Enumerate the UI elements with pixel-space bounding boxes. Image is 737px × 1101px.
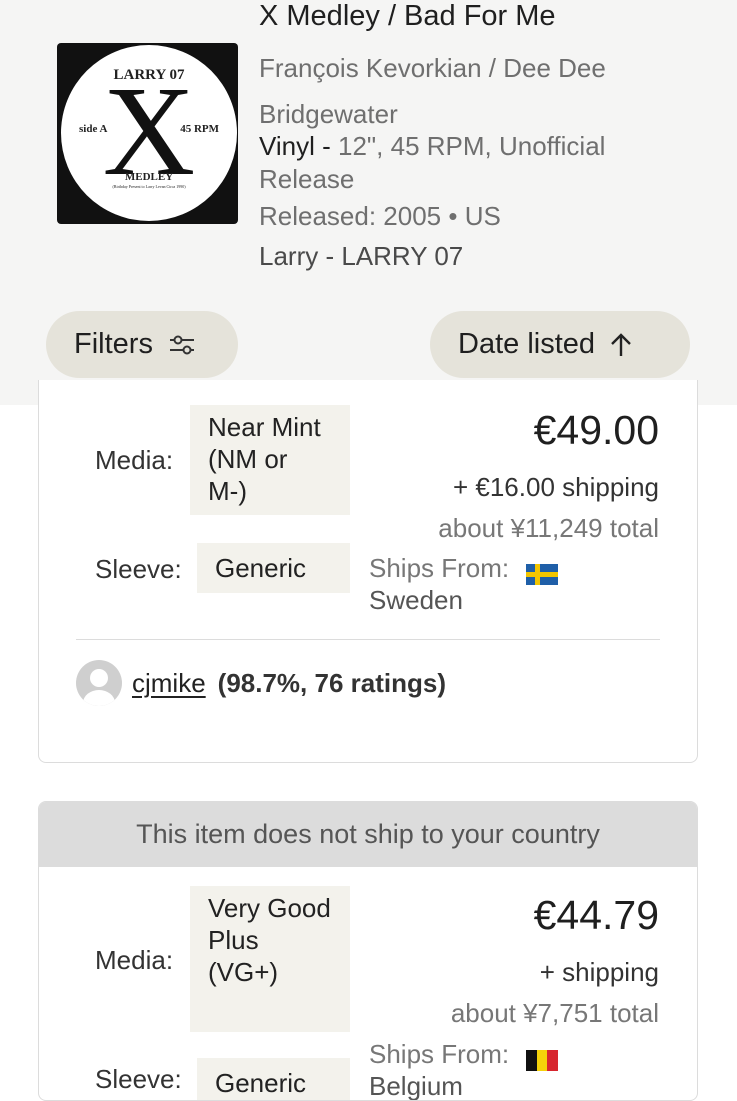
listing-card[interactable]: This item does not ship to your country … [38,801,698,1101]
arrow-up-icon [609,332,633,358]
listing-card[interactable]: Media: Near Mint (NM or M-) €49.00 + €16… [38,380,698,763]
sweden-flag-icon [526,560,559,585]
total-price: about ¥11,249 total [438,513,659,543]
listing-price: €44.79 [533,892,659,938]
ships-from-country: Sweden [369,585,463,615]
shipping-cost: + €16.00 shipping [452,472,659,502]
release-cover-image[interactable]: LARRY 07 X side A 45 RPM MEDLEY (Birthda… [57,43,238,224]
media-label: Media: [95,445,174,475]
filters-label: Filters [74,328,153,360]
ships-from: Ships From: Sweden [369,552,559,616]
cover-fine-print: (Birthday Present to Larry Levan Circa 1… [112,184,186,189]
shipping-cost: + shipping [539,957,659,987]
release-header: LARRY 07 X side A 45 RPM MEDLEY (Birthda… [0,0,737,405]
seller-info: cjmike (98.7%, 76 ratings) [76,660,446,706]
release-artist[interactable]: François Kevorkian / Dee Dee Bridgewater [259,45,679,137]
cover-medley-text: MEDLEY [124,171,174,183]
release-format: Vinyl - 12", 45 RPM, Unofficial Release [259,130,679,196]
record-label-art: LARRY 07 X side A 45 RPM MEDLEY (Birthda… [61,45,237,221]
media-condition-badge: Near Mint (NM or M-) [190,405,350,515]
release-label-catalog[interactable]: Larry - LARRY 07 [259,241,463,272]
release-artist-line-1: François Kevorkian / Dee Dee [259,53,606,83]
ships-from-label: Ships From: [369,553,510,583]
sliders-icon [167,333,197,357]
total-price: about ¥7,751 total [450,998,659,1028]
cover-side-text: side A [79,123,108,135]
listing-price: €49.00 [533,407,659,453]
format-main: Vinyl - [259,131,331,161]
sleeve-condition-badge: Generic [197,543,350,593]
media-label: Media: [95,945,174,975]
ships-from-country: Belgium [369,1071,463,1101]
filters-button[interactable]: Filters [46,311,238,378]
seller-rating: (98.7%, 76 ratings) [217,667,446,698]
ships-from-label: Ships From: [369,1039,510,1069]
cover-rpm-text: 45 RPM [180,123,219,135]
card-divider [76,639,660,640]
ships-from: Ships From: Belgium [369,1038,559,1101]
shipping-restriction-notice: This item does not ship to your country [39,802,697,867]
seller-avatar[interactable] [76,660,122,706]
sort-date-listed-button[interactable]: Date listed [430,311,690,378]
sleeve-label: Sleeve: [95,554,182,584]
media-condition-badge: Very Good Plus (VG+) [190,886,350,1032]
seller-name-link[interactable]: cjmike [132,668,206,699]
release-title[interactable]: X Medley / Bad For Me [259,0,556,33]
release-date-country: Released: 2005 • US [259,201,501,231]
belgium-flag-icon [526,1046,559,1071]
sort-label: Date listed [458,328,596,360]
